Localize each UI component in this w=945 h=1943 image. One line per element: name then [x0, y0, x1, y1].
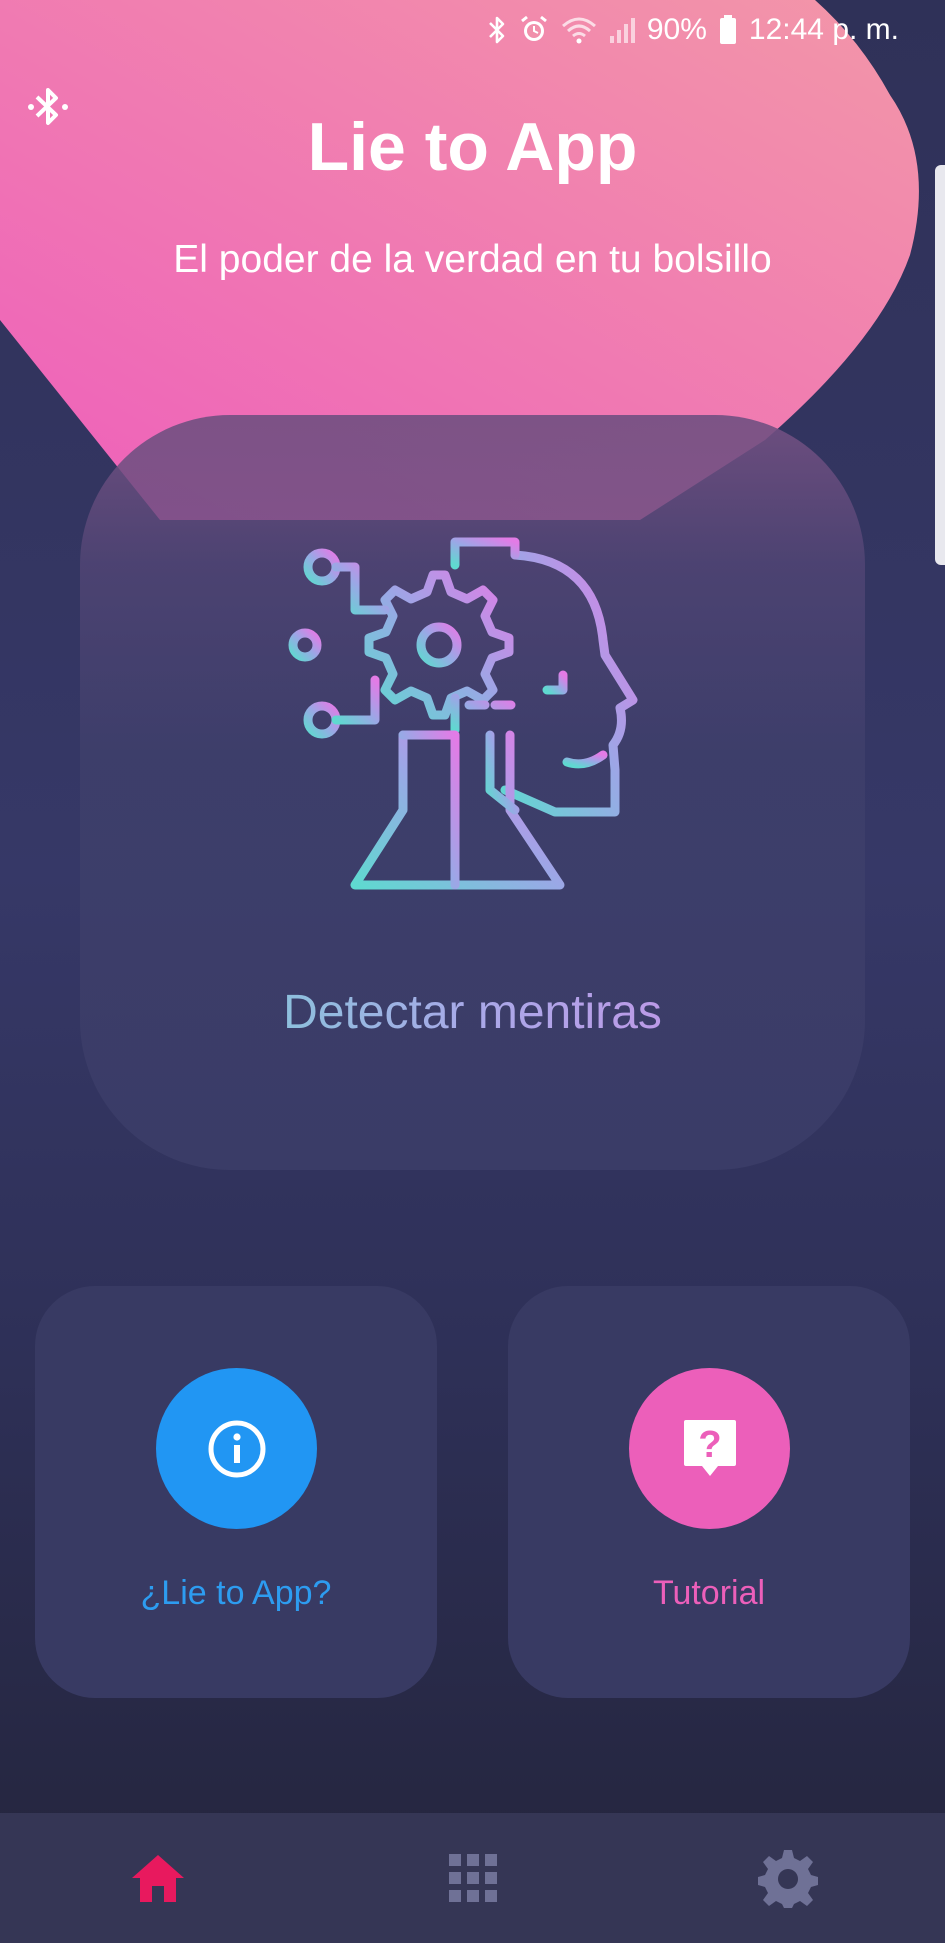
tutorial-label: Tutorial — [652, 1574, 766, 1612]
battery-icon — [719, 15, 737, 45]
grid-icon — [448, 1854, 497, 1902]
bluetooth-status-icon — [487, 15, 507, 45]
bottom-navigation — [0, 1813, 945, 1943]
home-icon — [131, 1855, 184, 1902]
info-icon — [208, 1420, 265, 1477]
detect-lies-label: Detectar mentiras — [80, 985, 865, 1040]
tutorial-icon-circle: ? — [629, 1368, 790, 1529]
clock: 12:44 p. m. — [748, 13, 899, 46]
tutorial-card[interactable]: ? Tutorial — [508, 1286, 910, 1698]
battery-percent: 90% — [646, 13, 707, 46]
alarm-icon — [519, 15, 549, 45]
about-app-card[interactable]: ¿Lie to App? — [35, 1286, 437, 1698]
ai-head-gear-icon — [288, 537, 638, 890]
nav-home[interactable] — [0, 1813, 315, 1943]
scroll-indicator[interactable] — [935, 165, 945, 565]
nav-settings[interactable] — [630, 1813, 945, 1943]
status-bar: 90% 12:44 p. m. — [0, 0, 945, 60]
help-bubble-icon: ? — [683, 1419, 736, 1476]
wifi-icon — [561, 16, 597, 44]
signal-icon — [609, 16, 635, 44]
about-app-label: ¿Lie to App? — [140, 1574, 332, 1612]
detect-lies-card[interactable]: Detectar mentiras — [80, 415, 865, 1170]
about-icon-circle — [156, 1368, 317, 1529]
app-subtitle: El poder de la verdad en tu bolsillo — [173, 238, 772, 281]
svg-text:?: ? — [698, 1424, 721, 1466]
app-title: Lie to App — [307, 109, 638, 185]
nav-grid[interactable] — [315, 1813, 630, 1943]
gear-icon — [757, 1850, 818, 1908]
